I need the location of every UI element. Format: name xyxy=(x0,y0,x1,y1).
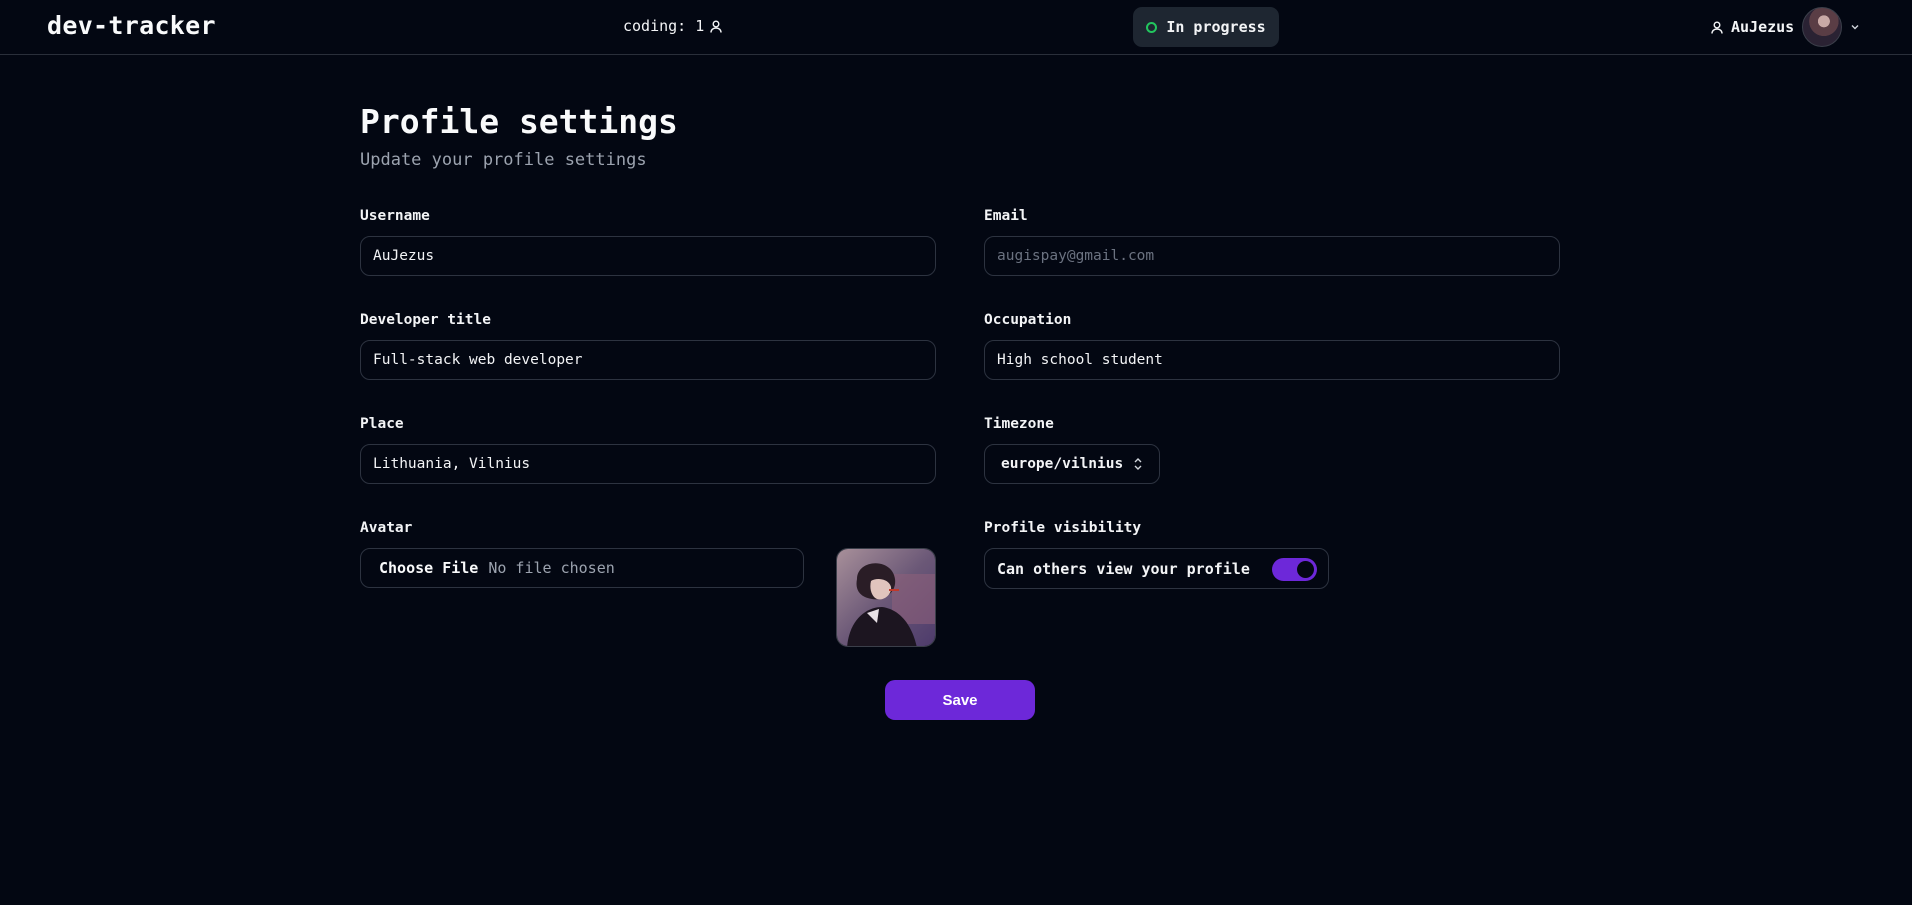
avatar-label: Avatar xyxy=(360,520,413,536)
toggle-knob xyxy=(1297,561,1314,578)
place-label: Place xyxy=(360,416,404,432)
user-icon xyxy=(710,20,722,33)
coding-status: coding: 1 xyxy=(623,17,722,35)
visibility-toggle-label: Can others view your profile xyxy=(997,559,1250,578)
coding-status-text: coding: 1 xyxy=(623,17,705,35)
email-field[interactable] xyxy=(984,236,1560,276)
avatar-preview-image xyxy=(836,548,936,647)
username-label: Username xyxy=(360,208,430,224)
page-subtitle: Update your profile settings xyxy=(360,150,647,170)
place-field[interactable] xyxy=(360,444,936,484)
developer-title-field[interactable] xyxy=(360,340,936,380)
circle-icon xyxy=(1146,21,1158,33)
status-pill[interactable]: In progress xyxy=(1133,7,1279,47)
chevrons-up-down-icon xyxy=(1133,457,1143,471)
visibility-toggle[interactable] xyxy=(1272,558,1317,581)
avatar[interactable] xyxy=(1802,7,1843,47)
profile-visibility-row: Can others view your profile xyxy=(984,548,1329,589)
occupation-field[interactable] xyxy=(984,340,1560,380)
timezone-select[interactable]: europe/vilnius xyxy=(984,444,1160,484)
timezone-value: europe/vilnius xyxy=(1001,456,1124,472)
occupation-label: Occupation xyxy=(984,312,1072,328)
page-title: Profile settings xyxy=(360,102,678,141)
choose-file-button[interactable]: Choose File xyxy=(379,559,478,577)
chevron-down-icon[interactable] xyxy=(1850,23,1860,31)
developer-title-label: Developer title xyxy=(360,312,491,328)
profile-visibility-label: Profile visibility xyxy=(984,520,1142,536)
app-logo[interactable]: dev-tracker xyxy=(47,11,216,40)
user-menu-username: AuJezus xyxy=(1731,18,1795,36)
username-field[interactable] xyxy=(360,236,936,276)
file-status: No file chosen xyxy=(488,559,615,577)
status-pill-label: In progress xyxy=(1166,18,1266,36)
user-menu[interactable]: AuJezus xyxy=(1711,6,1860,48)
save-button[interactable]: Save xyxy=(885,680,1035,720)
user-icon xyxy=(1711,21,1723,34)
timezone-label: Timezone xyxy=(984,416,1054,432)
avatar-file-input[interactable]: Choose File No file chosen xyxy=(360,548,804,588)
top-navbar: dev-tracker coding: 1 In progress AuJezu… xyxy=(0,0,1912,55)
email-label: Email xyxy=(984,208,1028,224)
